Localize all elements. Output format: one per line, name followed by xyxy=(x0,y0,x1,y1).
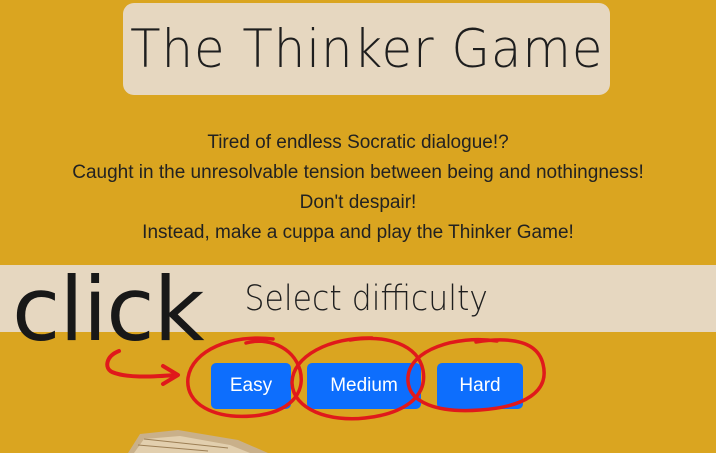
title-banner: The Thinker Game xyxy=(123,3,610,95)
difficulty-heading: Select difficulty xyxy=(244,278,488,319)
page-title: The Thinker Game xyxy=(129,18,604,80)
thinker-image-partial xyxy=(128,430,268,453)
hard-button[interactable]: Hard xyxy=(437,363,523,409)
intro-line: Caught in the unresolvable tension betwe… xyxy=(72,162,644,183)
easy-button[interactable]: Easy xyxy=(211,363,291,409)
arrow-head-icon xyxy=(161,364,180,386)
click-annotation: click xyxy=(12,258,205,361)
medium-button[interactable]: Medium xyxy=(307,363,421,409)
intro-line: Instead, make a cuppa and play the Think… xyxy=(142,222,574,243)
intro-line: Don't despair! xyxy=(299,192,417,213)
intro-line: Tired of endless Socratic dialogue!? xyxy=(207,132,509,153)
intro-text: Tired of endless Socratic dialogue!? Cau… xyxy=(0,128,716,248)
